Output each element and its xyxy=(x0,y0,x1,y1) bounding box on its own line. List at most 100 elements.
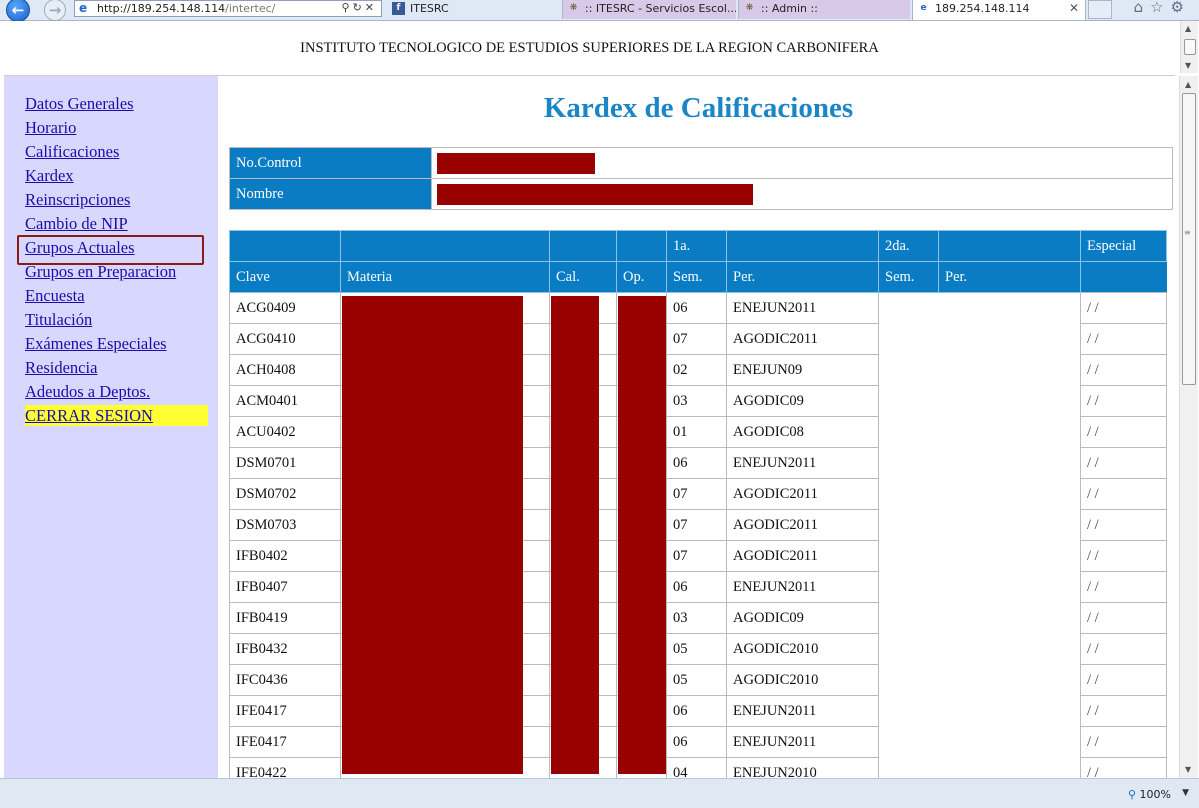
control-row: No.Control xyxy=(229,147,1173,179)
control-value xyxy=(431,147,1173,179)
cell-per-2 xyxy=(938,385,1081,417)
cell-especial: / / xyxy=(1080,726,1167,758)
cell-especial: / / xyxy=(1080,385,1167,417)
chevron-down-icon[interactable]: ▼ xyxy=(1182,788,1189,798)
cell-sem-2 xyxy=(878,416,939,448)
cell-sem: 06 xyxy=(666,571,727,603)
cell-per: ENEJUN09 xyxy=(726,354,879,386)
zoom-control[interactable]: ⚲ 100% xyxy=(1128,788,1171,801)
sidebar-item-calificaciones[interactable]: Calificaciones xyxy=(25,142,119,161)
scroll-down-icon[interactable]: ▼ xyxy=(1185,61,1191,70)
selection-highlight xyxy=(17,235,204,265)
page-header: INSTITUTO TECNOLOGICO DE ESTUDIOS SUPERI… xyxy=(4,21,1175,76)
sidebar-item-encuesta[interactable]: Encuesta xyxy=(25,286,85,305)
col-per-2: Per. xyxy=(938,261,1081,293)
tab-label: 189.254.148.114 xyxy=(935,2,1030,15)
sidebar-item-examenes-especiales[interactable]: Exámenes Especiales xyxy=(25,334,167,353)
name-label: Nombre xyxy=(229,178,432,210)
cell-per: ENEJUN2011 xyxy=(726,726,879,758)
sidebar-item-reinscripciones[interactable]: Reinscripciones xyxy=(25,190,130,209)
zoom-icon: ⚲ xyxy=(1127,788,1137,801)
cell-sem-2 xyxy=(878,292,939,324)
cell-especial: / / xyxy=(1080,664,1167,696)
scroll-up-icon[interactable]: ▲ xyxy=(1185,80,1191,89)
group-special: Especial xyxy=(1080,230,1167,262)
tab-itesrc[interactable]: f ITESRC xyxy=(388,0,560,19)
scroll-thumb[interactable] xyxy=(1184,39,1196,55)
col-clave: Clave xyxy=(229,261,341,293)
seal-icon: ❋ xyxy=(569,3,578,13)
cell-sem-2 xyxy=(878,385,939,417)
cell-per-2 xyxy=(938,447,1081,479)
table-header: Clave Materia Cal. Op. Sem. Per. Sem. Pe… xyxy=(229,261,1167,293)
sidebar-item-kardex[interactable]: Kardex xyxy=(25,166,74,185)
address-tools[interactable]: ⚲↻✕ xyxy=(342,1,378,14)
cell-per: AGODIC2011 xyxy=(726,540,879,572)
cell-per-2 xyxy=(938,571,1081,603)
cell-per-2 xyxy=(938,602,1081,634)
sidebar-item-titulacion[interactable]: Titulación xyxy=(25,310,92,329)
page-scrollbar[interactable]: ▲ ≡ ▼ xyxy=(1179,76,1198,778)
ie-logo-icon: e xyxy=(920,3,927,13)
new-tab-button[interactable] xyxy=(1088,0,1112,19)
scroll-down-icon[interactable]: ▼ xyxy=(1185,765,1191,774)
cell-especial: / / xyxy=(1080,292,1167,324)
sidebar-item-adeudos[interactable]: Adeudos a Deptos. xyxy=(25,382,150,401)
header-cell xyxy=(616,230,667,262)
tab-active[interactable]: e 189.254.148.114 ✕ xyxy=(912,0,1086,20)
cell-especial: / / xyxy=(1080,354,1167,386)
search-icon[interactable]: ⚲ xyxy=(342,1,353,14)
col-sem-1: Sem. xyxy=(666,261,727,293)
cell-especial: / / xyxy=(1080,540,1167,572)
cell-sem-2 xyxy=(878,757,939,778)
header-cell xyxy=(340,230,550,262)
cell-sem: 01 xyxy=(666,416,727,448)
cell-per-2 xyxy=(938,757,1081,778)
main-content: Kardex de Calificaciones No.Control Nomb… xyxy=(218,76,1179,778)
sidebar-item-residencia[interactable]: Residencia xyxy=(25,358,97,377)
cell-per-2 xyxy=(938,323,1081,355)
cell-per: ENEJUN2011 xyxy=(726,695,879,727)
table-group-header: 1a. 2da. Especial xyxy=(229,230,1167,262)
header-blank xyxy=(1080,261,1167,293)
scroll-thumb[interactable] xyxy=(1182,93,1196,385)
close-tab-icon[interactable]: ✕ xyxy=(1069,0,1079,17)
sidebar-item-cambio-nip[interactable]: Cambio de NIP xyxy=(25,214,128,233)
scroll-up-icon[interactable]: ▲ xyxy=(1185,24,1191,33)
gear-icon[interactable]: ⚙ xyxy=(1171,0,1191,16)
cell-clave: ACG0410 xyxy=(229,323,341,355)
group-first: 1a. xyxy=(666,230,727,262)
header-scrollbar[interactable]: ▲ ▼ xyxy=(1180,21,1198,73)
cell-especial: / / xyxy=(1080,757,1167,778)
cell-sem: 04 xyxy=(666,757,727,778)
student-info-table: No.Control Nombre xyxy=(229,147,1173,210)
cell-clave: IFB0402 xyxy=(229,540,341,572)
logout-link[interactable]: CERRAR SESION xyxy=(25,405,208,426)
forward-button[interactable]: → xyxy=(44,0,66,21)
cell-especial: / / xyxy=(1080,447,1167,479)
tab-admin[interactable]: ❋:: Admin :: xyxy=(738,0,910,19)
col-sem-2: Sem. xyxy=(878,261,939,293)
redacted-block xyxy=(437,153,595,174)
home-icon[interactable]: ⌂ xyxy=(1134,0,1151,16)
sidebar: Datos Generales Horario Calificaciones K… xyxy=(4,76,218,778)
sidebar-item-datos-generales[interactable]: Datos Generales xyxy=(25,94,134,113)
institution-title: INSTITUTO TECNOLOGICO DE ESTUDIOS SUPERI… xyxy=(300,40,879,56)
cell-sem: 05 xyxy=(666,664,727,696)
tab-label: ITESRC xyxy=(410,2,449,15)
cell-especial: / / xyxy=(1080,323,1167,355)
cell-especial: / / xyxy=(1080,695,1167,727)
address-bar[interactable]: e http://189.254.148.114/intertec/ ⚲↻✕ xyxy=(74,0,382,17)
cell-clave: DSM0703 xyxy=(229,509,341,541)
sidebar-item-horario[interactable]: Horario xyxy=(25,118,76,137)
refresh-icon[interactable]: ↻ xyxy=(353,1,365,14)
back-button[interactable]: ← xyxy=(6,0,30,22)
star-icon[interactable]: ☆ xyxy=(1150,0,1170,16)
cell-clave: ACU0402 xyxy=(229,416,341,448)
cell-per-2 xyxy=(938,540,1081,572)
stop-icon[interactable]: ✕ xyxy=(365,1,377,14)
cell-clave: IFE0417 xyxy=(229,695,341,727)
cell-sem-2 xyxy=(878,602,939,634)
cell-sem: 07 xyxy=(666,540,727,572)
tab-servicios-escolares[interactable]: ❋:: ITESRC - Servicios Escol... xyxy=(562,0,736,19)
